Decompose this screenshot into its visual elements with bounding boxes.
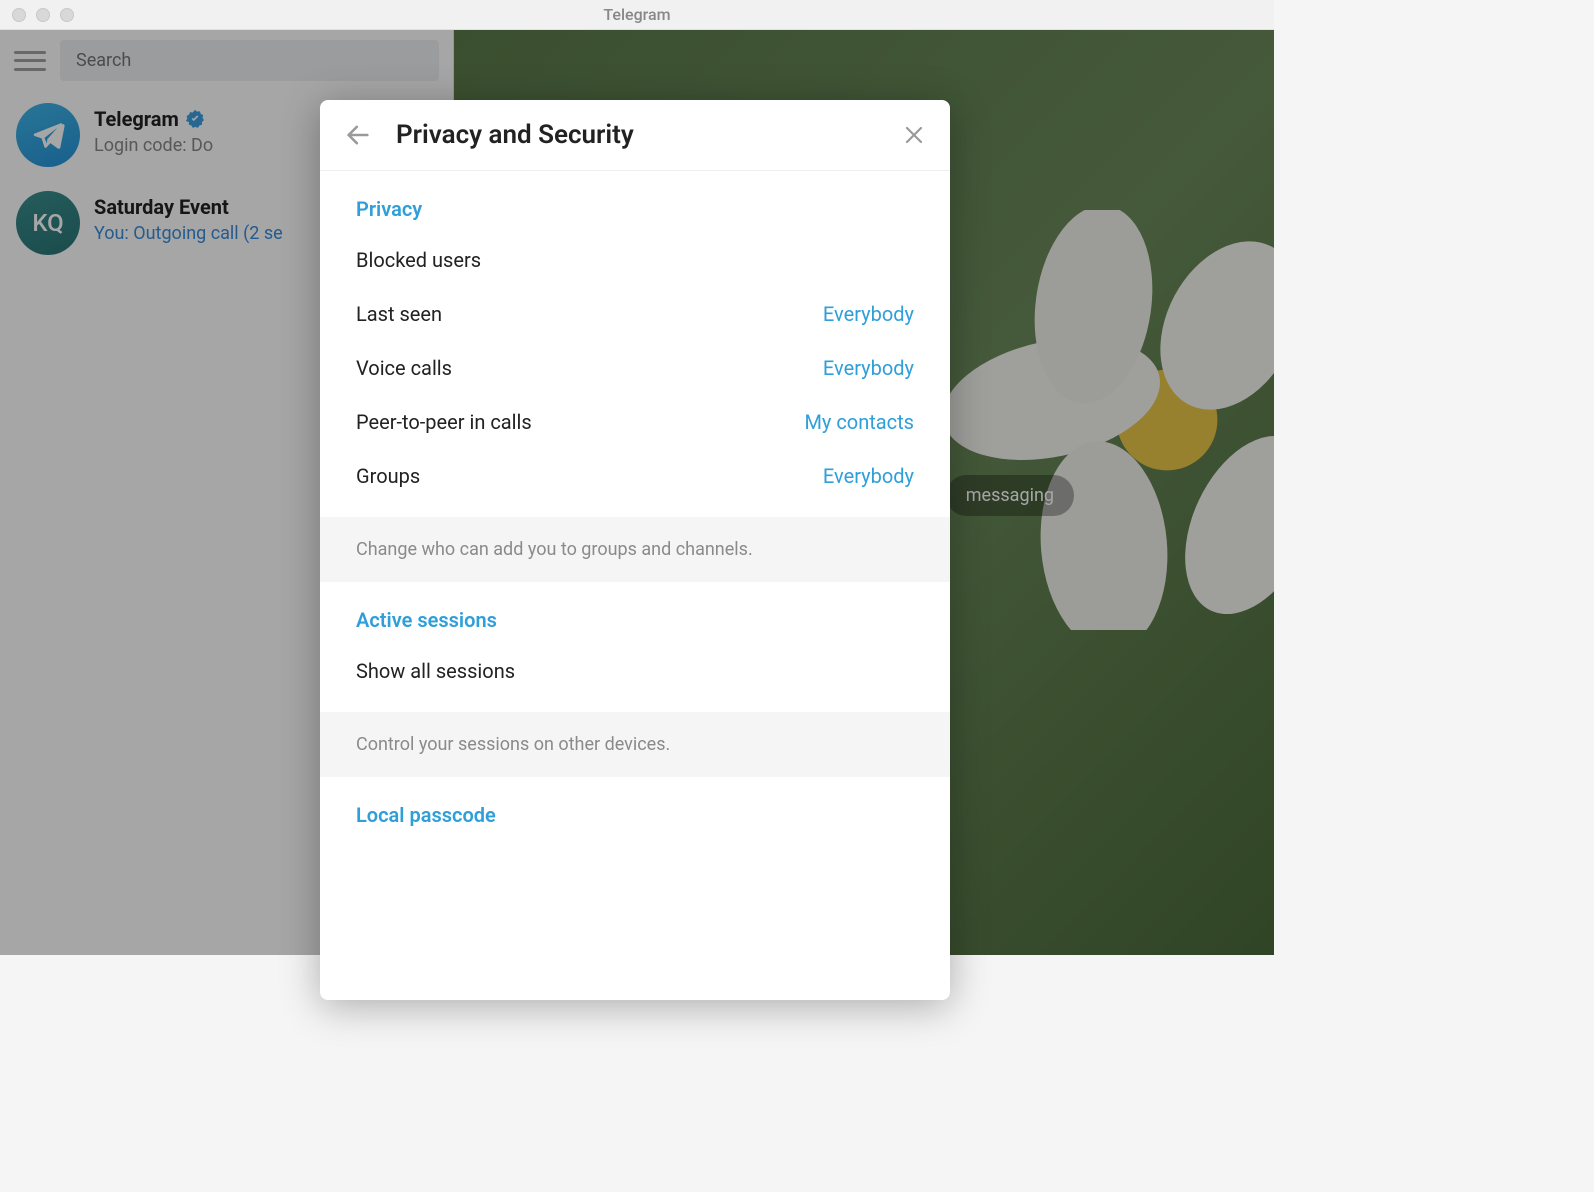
row-value: Everybody: [823, 302, 914, 326]
row-blocked-users[interactable]: Blocked users: [320, 233, 950, 287]
row-label: Show all sessions: [356, 659, 515, 683]
modal-title: Privacy and Security: [396, 120, 878, 150]
section-footer: Control your sessions on other devices.: [320, 712, 950, 777]
traffic-light-minimize[interactable]: [36, 8, 50, 22]
section-heading: Active sessions: [320, 602, 950, 644]
section-active-sessions: Active sessions Show all sessions: [320, 582, 950, 712]
row-show-all-sessions[interactable]: Show all sessions: [320, 644, 950, 698]
back-arrow-icon[interactable]: [344, 121, 372, 149]
window-title: Telegram: [603, 5, 670, 24]
row-label: Peer-to-peer in calls: [356, 410, 532, 434]
traffic-light-zoom[interactable]: [60, 8, 74, 22]
row-value: Everybody: [823, 356, 914, 380]
section-local-passcode: Local passcode: [320, 777, 950, 853]
traffic-light-close[interactable]: [12, 8, 26, 22]
row-peer-to-peer[interactable]: Peer-to-peer in calls My contacts: [320, 395, 950, 449]
row-last-seen[interactable]: Last seen Everybody: [320, 287, 950, 341]
section-footer: Change who can add you to groups and cha…: [320, 517, 950, 582]
traffic-lights: [12, 8, 74, 22]
section-heading: Privacy: [320, 191, 950, 233]
row-voice-calls[interactable]: Voice calls Everybody: [320, 341, 950, 395]
row-label: Last seen: [356, 302, 442, 326]
modal-header: Privacy and Security: [320, 100, 950, 171]
modal-body: Privacy Blocked users Last seen Everybod…: [320, 171, 950, 1000]
row-value: Everybody: [823, 464, 914, 488]
section-heading: Local passcode: [320, 797, 950, 839]
row-label: Blocked users: [356, 248, 481, 272]
row-value: My contacts: [804, 410, 914, 434]
row-label: Groups: [356, 464, 420, 488]
settings-modal: Privacy and Security Privacy Blocked use…: [320, 100, 950, 1000]
close-icon[interactable]: [902, 123, 926, 147]
row-groups[interactable]: Groups Everybody: [320, 449, 950, 503]
section-privacy: Privacy Blocked users Last seen Everybod…: [320, 171, 950, 517]
titlebar: Telegram: [0, 0, 1274, 30]
row-label: Voice calls: [356, 356, 452, 380]
